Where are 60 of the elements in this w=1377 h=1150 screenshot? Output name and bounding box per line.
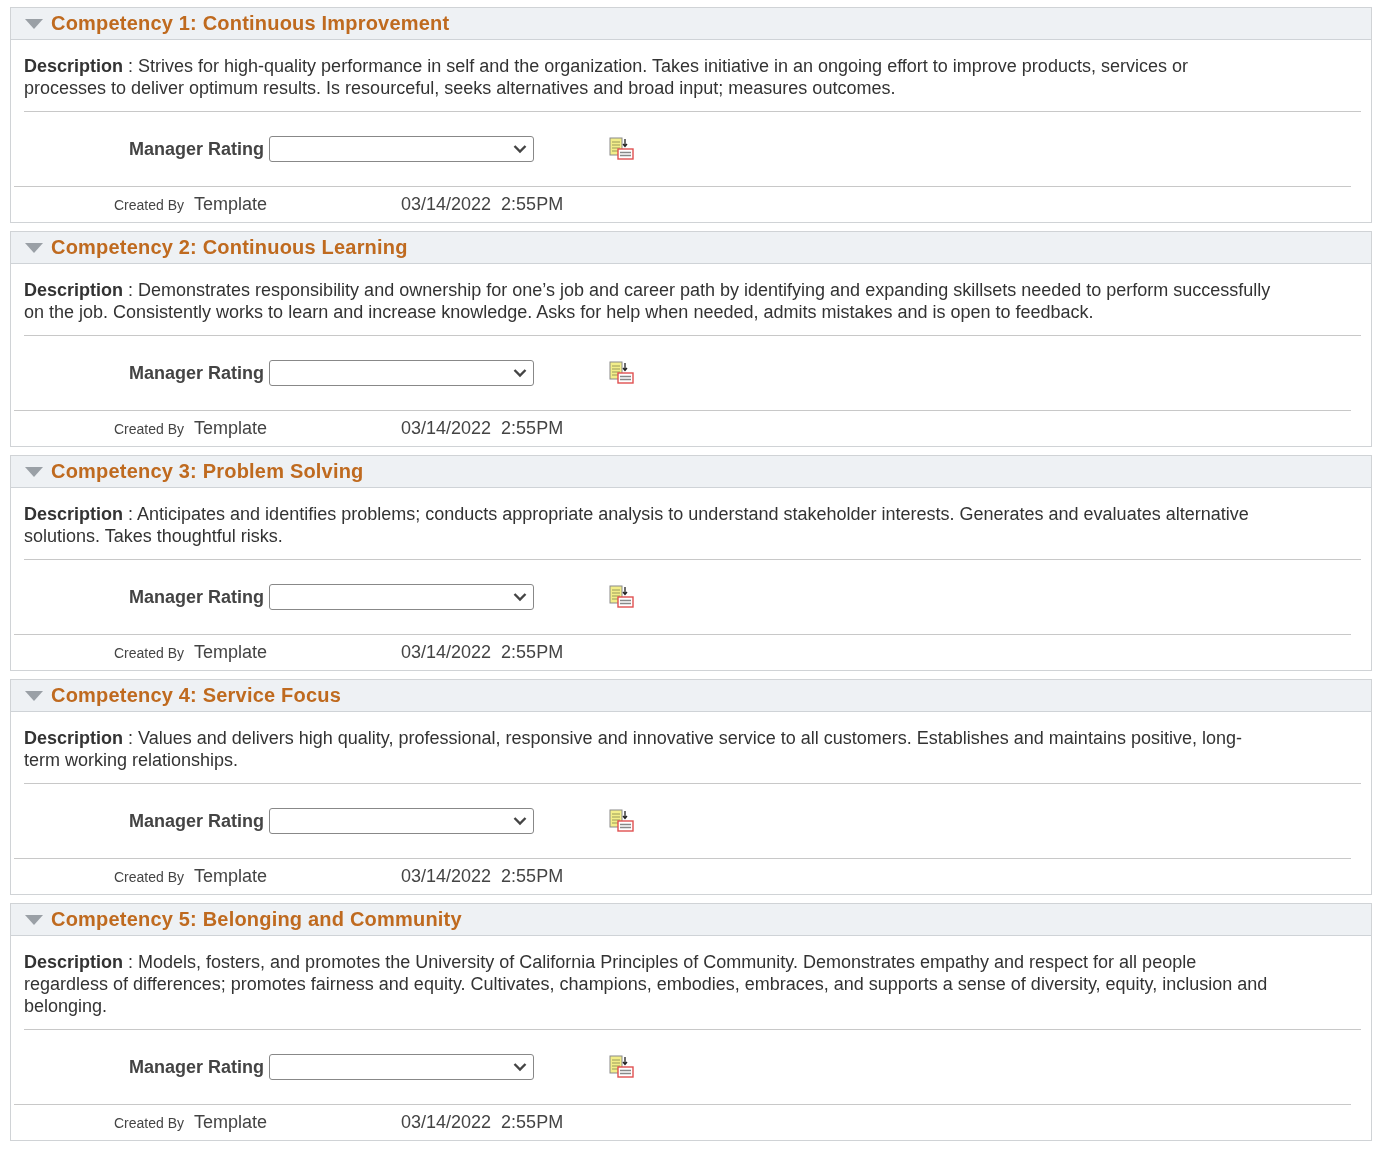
chevron-down-icon — [513, 816, 528, 826]
section-header[interactable]: Competency 5: Belonging and Community — [11, 904, 1371, 936]
description-text: Description : Anticipates and identifies problems; conducts appropriate analysis to understand stakeholder interests. Generates and evaluates alternative solutions. Takes thoughtful risks. — [24, 503, 1250, 547]
section-header[interactable]: Competency 2: Continuous Learning — [11, 232, 1371, 264]
field-label: Manager Rating — [129, 586, 265, 608]
description-text: Description : Models, fosters, and promotes the University of California Principles of Community. Demonstrates empathy and respect for all people regardless of differences; promotes fairness and equity. Cultivates, champions, embodies, embraces, and supports a sense of diversity, equity, inclusion and belonging. — [24, 951, 1269, 1017]
created-by-label: Created By — [114, 1114, 186, 1133]
created-time: 2:55PM — [501, 1111, 564, 1134]
chevron-down-icon — [513, 1062, 528, 1072]
created-by-label: Created By — [114, 868, 186, 887]
description-text: Description : Strives for high-quality performance in self and the organization. Takes initiative in an ongoing effort to improve products, services or processes to deliver optimum results. Is resourceful, seeks alternatives and broad input; measures outcomes. — [24, 55, 1189, 99]
created-by-label: Created By — [114, 196, 186, 215]
created-by-value: Template — [194, 641, 269, 664]
collapse-triangle-icon — [25, 466, 43, 477]
created-time: 2:55PM — [501, 641, 564, 664]
rating-dropdown[interactable] — [269, 360, 535, 386]
chevron-down-icon — [513, 368, 528, 378]
document-list-icon[interactable] — [609, 585, 636, 609]
collapse-triangle-icon — [25, 18, 43, 29]
section-title: Competency 2: Continuous Learning — [51, 236, 408, 259]
field-label: Manager Rating — [129, 138, 265, 160]
created-by-value: Template — [194, 193, 269, 216]
created-time: 2:55PM — [501, 865, 564, 888]
created-date: 03/14/2022 — [401, 193, 492, 216]
document-list-icon[interactable] — [609, 1055, 636, 1079]
collapse-triangle-icon — [25, 242, 43, 253]
section-title: Competency 1: Continuous Improvement — [51, 12, 450, 35]
created-date: 03/14/2022 — [401, 865, 492, 888]
section-header[interactable]: Competency 1: Continuous Improvement — [11, 8, 1371, 40]
rating-dropdown[interactable] — [269, 136, 535, 162]
created-by-label: Created By — [114, 420, 186, 439]
created-by-value: Template — [194, 1111, 269, 1134]
created-by-value: Template — [194, 417, 269, 440]
document-list-icon[interactable] — [609, 809, 636, 833]
created-date: 03/14/2022 — [401, 417, 492, 440]
section-header[interactable]: Competency 3: Problem Solving — [11, 456, 1371, 488]
chevron-down-icon — [513, 144, 528, 154]
field-label: Manager Rating — [129, 362, 265, 384]
rating-dropdown[interactable] — [269, 1054, 535, 1080]
created-time: 2:55PM — [501, 417, 564, 440]
section-title: Competency 5: Belonging and Community — [51, 908, 462, 931]
collapse-triangle-icon — [25, 914, 43, 925]
created-time: 2:55PM — [501, 193, 564, 216]
rating-dropdown[interactable] — [269, 808, 535, 834]
section-title: Competency 4: Service Focus — [51, 684, 341, 707]
section-header[interactable]: Competency 4: Service Focus — [11, 680, 1371, 712]
section-title: Competency 3: Problem Solving — [51, 460, 364, 483]
description-text: Description : Values and delivers high quality, professional, responsive and innovative service to all customers. Establishes and maintains positive, long-term working relationships. — [24, 727, 1243, 771]
chevron-down-icon — [513, 592, 528, 602]
created-date: 03/14/2022 — [401, 1111, 492, 1134]
rating-dropdown[interactable] — [269, 584, 535, 610]
field-label: Manager Rating — [129, 810, 265, 832]
created-by-value: Template — [194, 865, 269, 888]
created-date: 03/14/2022 — [401, 641, 492, 664]
created-by-label: Created By — [114, 644, 186, 663]
document-list-icon[interactable] — [609, 137, 636, 161]
collapse-triangle-icon — [25, 690, 43, 701]
description-text: Description : Demonstrates responsibility and ownership for one’s job and career path by identifying and expanding skillsets needed to perform successfully on the job. Consistently works to learn and increase knowledge. Asks for help when needed, admits mistakes and is open to feedback. — [24, 279, 1272, 323]
field-label: Manager Rating — [129, 1056, 265, 1078]
document-list-icon[interactable] — [609, 361, 636, 385]
